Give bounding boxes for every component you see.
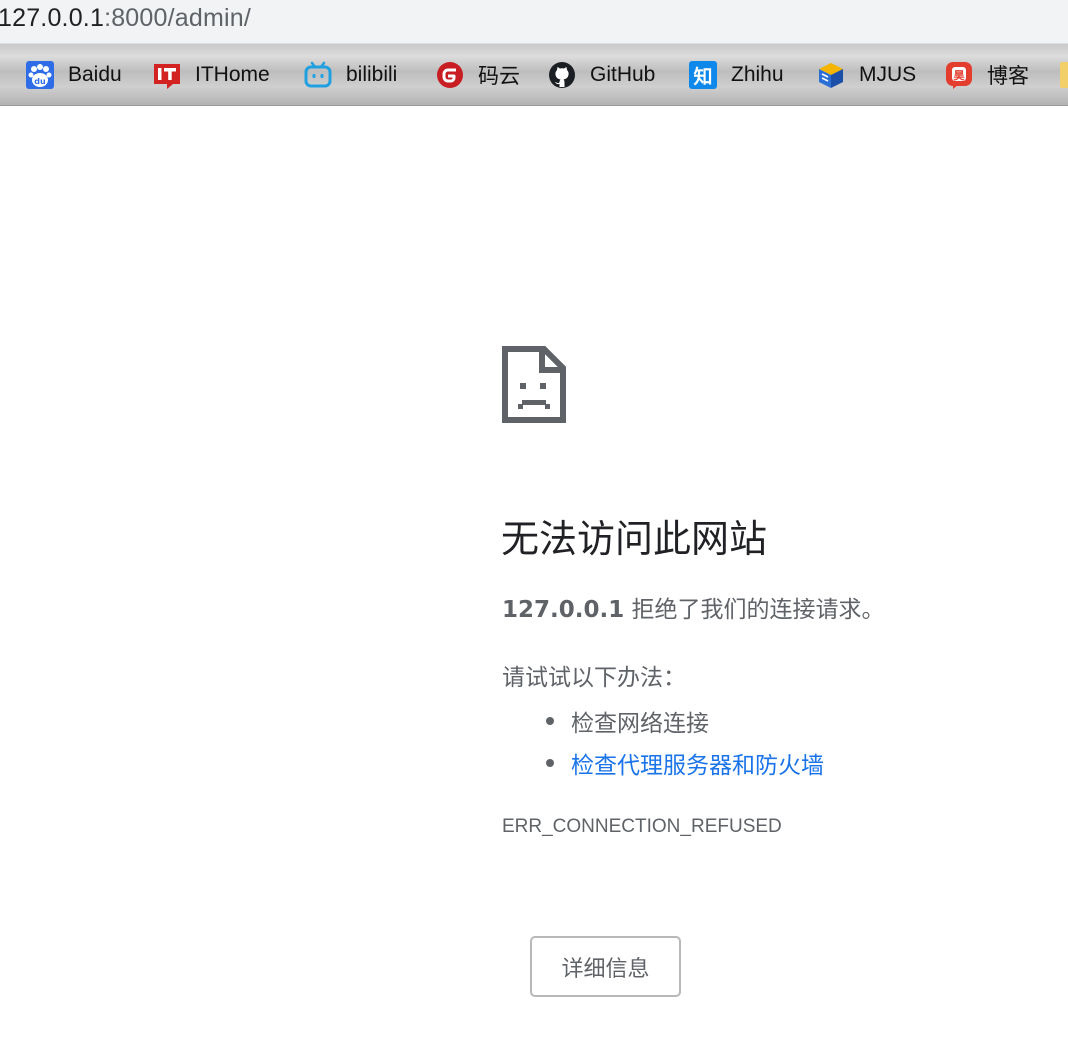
error-host: 127.0.0.1 <box>502 597 625 623</box>
url-host: 127.0.0.1 <box>0 4 105 32</box>
bookmark-blog[interactable]: 昊 博客 <box>945 61 1029 89</box>
error-code: ERR_CONNECTION_REFUSED <box>502 816 782 837</box>
folder-icon[interactable] <box>1060 62 1068 88</box>
blog-icon: 昊 <box>945 61 973 89</box>
bookmark-label: 博客 <box>987 65 1029 88</box>
error-description: 127.0.0.1 拒绝了我们的连接请求。 <box>502 590 885 624</box>
details-button[interactable]: 详细信息 <box>530 936 681 997</box>
suggestion-text: 检查网络连接 <box>571 711 709 737</box>
mjus-cube-icon <box>817 61 845 89</box>
bullet-icon <box>546 759 554 767</box>
bookmark-label: 码云 <box>478 65 520 88</box>
svg-text:知: 知 <box>693 65 712 88</box>
bookmark-label: GitHub <box>590 63 656 86</box>
bilibili-tv-icon <box>304 61 332 89</box>
svg-text:昊: 昊 <box>954 69 965 82</box>
url-path: :8000/admin/ <box>104 4 252 32</box>
bookmark-gitee[interactable]: 码云 <box>436 61 520 89</box>
suggestion-list: 检查网络连接 检查代理服务器和防火墙 <box>546 700 824 784</box>
bookmark-label: Baidu <box>68 63 122 86</box>
address-bar[interactable]: 127.0.0.1:8000/admin/ <box>0 0 1068 44</box>
suggestion-check-network: 检查网络连接 <box>546 700 824 742</box>
baidu-paw-icon: du <box>26 61 54 89</box>
sad-page-icon <box>502 346 566 423</box>
error-desc-text: 拒绝了我们的连接请求。 <box>624 597 885 623</box>
github-octocat-icon <box>548 61 576 89</box>
try-label: 请试试以下办法： <box>502 665 686 691</box>
svg-text:du: du <box>34 77 46 86</box>
error-title: 无法访问此网站 <box>501 517 768 561</box>
ithome-icon <box>153 61 181 89</box>
url-text[interactable]: 127.0.0.1:8000/admin/ <box>0 4 251 39</box>
bookmark-label: Zhihu <box>731 63 784 86</box>
check-proxy-firewall-link[interactable]: 检查代理服务器和防火墙 <box>571 746 824 780</box>
bookmark-label: ITHome <box>195 63 270 86</box>
bookmark-baidu[interactable]: du Baidu <box>26 61 122 89</box>
bookmark-mjus[interactable]: MJUS <box>817 61 916 89</box>
bookmark-ithome[interactable]: ITHome <box>153 61 270 89</box>
bookmark-label: MJUS <box>859 63 917 86</box>
zhihu-icon: 知 <box>689 61 717 89</box>
bookmark-github[interactable]: GitHub <box>548 61 655 89</box>
bookmarks-bar: du Baidu ITHome bilibili 码云 GitHub 知 Zhi… <box>0 44 1068 106</box>
suggestion-check-proxy[interactable]: 检查代理服务器和防火墙 <box>546 742 824 784</box>
bookmark-zhihu[interactable]: 知 Zhihu <box>689 61 784 89</box>
gitee-icon <box>436 61 464 89</box>
bullet-icon <box>546 717 554 725</box>
bookmark-label: bilibili <box>346 63 398 86</box>
bookmark-bilibili[interactable]: bilibili <box>304 61 397 89</box>
